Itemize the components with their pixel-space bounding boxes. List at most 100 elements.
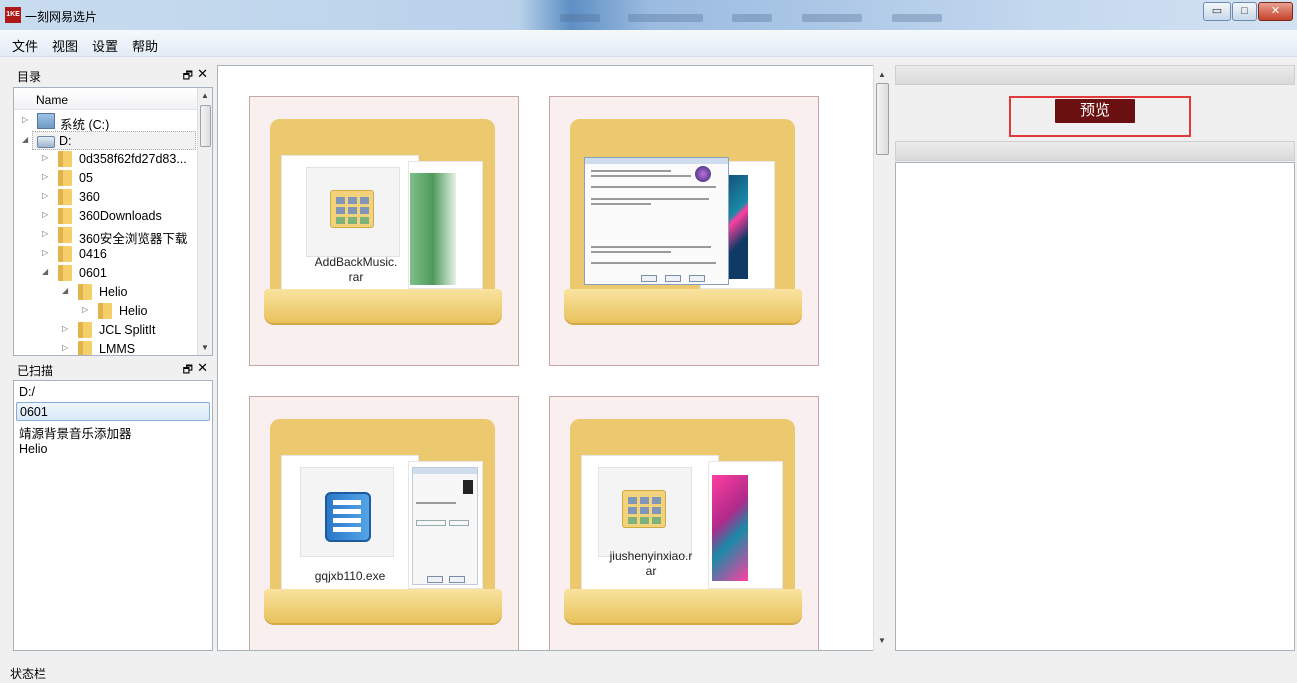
scanned-item-selected[interactable]: 0601 (16, 402, 210, 421)
status-text: 状态栏 (10, 667, 47, 681)
preview-content (895, 162, 1295, 651)
folder-icon (58, 265, 72, 281)
menu-view[interactable]: 视图 (52, 36, 78, 55)
file-thumbnail (306, 167, 400, 257)
close-button[interactable]: ✕ (1258, 2, 1293, 21)
tree-item-label: 0416 (79, 247, 107, 261)
scroll-down-icon[interactable]: ▼ (201, 343, 209, 352)
scroll-up-icon[interactable]: ▲ (878, 70, 886, 79)
grid-scrollbar[interactable]: ▲ ▼ (873, 65, 891, 651)
preview-subheader-bar (895, 141, 1295, 161)
expand-arrow-icon[interactable]: ▷ (42, 153, 48, 162)
scanned-item[interactable]: Helio (16, 440, 210, 459)
app-logo-icon: 1KE (5, 7, 21, 23)
folder-front (564, 589, 802, 623)
folder-icon (78, 341, 92, 355)
scanned-item[interactable]: D:/ (16, 383, 210, 402)
scroll-down-icon[interactable]: ▼ (878, 636, 886, 645)
background-blur (892, 14, 942, 22)
file-name: AddBackMusic. rar (314, 255, 398, 284)
directory-tree[interactable]: Name ▷ 系统 (C:) ◢ D: ▷ 0d358f62fd27d83...… (13, 87, 213, 356)
tree-item-label: JCL SplitIt (99, 323, 156, 337)
folder-grid[interactable]: AddBackMusic. rar gqjxb110.exe jiushenyi… (217, 65, 891, 651)
tree-item-folder[interactable]: ▷ 360Downloads (14, 207, 198, 226)
scanned-panel-title: 已扫描 (17, 364, 54, 378)
tree-item-folder[interactable]: ▷ 360安全浏览器下载 (14, 226, 198, 246)
menu-bar: 文件 视图 设置 帮助 (0, 30, 1297, 57)
folder-card[interactable]: AddBackMusic. rar (249, 96, 519, 366)
folder-icon (58, 170, 72, 186)
tree-item-system-c[interactable]: ▷ 系统 (C:) (14, 112, 198, 132)
tree-item-folder[interactable]: ◢ Helio (14, 283, 198, 302)
collapse-arrow-icon[interactable]: ◢ (42, 267, 48, 276)
tree-scrollbar[interactable]: ▲ ▼ (197, 88, 212, 355)
tree-column-header[interactable]: Name (14, 88, 198, 110)
expand-arrow-icon[interactable]: ▷ (82, 305, 88, 314)
float-icon[interactable]: 🗗 (183, 361, 193, 380)
folder-front (264, 589, 502, 623)
scroll-up-icon[interactable]: ▲ (201, 91, 209, 100)
tree-item-label: 0601 (79, 266, 107, 280)
expand-arrow-icon[interactable]: ▷ (42, 191, 48, 200)
tree-item-folder[interactable]: ◢ 0601 (14, 264, 198, 283)
scanned-item[interactable]: 靖源背景音乐添加器 (16, 421, 210, 441)
music-disc-icon (410, 173, 456, 285)
expand-arrow-icon[interactable]: ▷ (62, 324, 68, 333)
tree-item-d[interactable]: ◢ D: (22, 131, 196, 150)
expand-arrow-icon[interactable]: ▷ (42, 172, 48, 181)
file-thumbnail (598, 467, 692, 557)
scanned-list[interactable]: D:/ 0601 靖源背景音乐添加器 Helio (13, 380, 213, 651)
menu-file[interactable]: 文件 (12, 36, 38, 55)
tree-item-label: Helio (119, 304, 148, 318)
folder-icon (78, 322, 92, 338)
tree-item-label: D: (59, 134, 72, 148)
maximize-button[interactable]: □ (1232, 2, 1257, 21)
status-bar: 状态栏 (0, 658, 1297, 683)
tree-item-folder[interactable]: ▷ JCL SplitIt (14, 321, 198, 340)
tree-item-folder[interactable]: ▷ 05 (14, 169, 198, 188)
file-thumbnail (300, 467, 394, 557)
folder-front (264, 289, 502, 323)
archive-icon (330, 190, 374, 228)
menu-help[interactable]: 帮助 (132, 36, 158, 55)
tree-item-folder[interactable]: ▷ Helio (14, 302, 198, 321)
close-icon[interactable]: ✕ (197, 66, 208, 82)
expand-arrow-icon[interactable]: ▷ (42, 248, 48, 257)
expand-arrow-icon[interactable]: ▷ (22, 115, 28, 124)
window-title: 一刻网易选片 (25, 10, 98, 24)
expand-arrow-icon[interactable]: ▷ (62, 343, 68, 352)
tree-item-folder[interactable]: ▷ 0d358f62fd27d83... (14, 150, 198, 169)
expand-arrow-icon[interactable]: ▷ (42, 210, 48, 219)
folder-icon (78, 284, 92, 300)
preview-image (712, 475, 748, 581)
app-window-preview (412, 467, 478, 585)
collapse-arrow-icon[interactable]: ◢ (62, 286, 68, 295)
close-icon[interactable]: ✕ (197, 360, 208, 376)
folder-card[interactable]: jiushenyinxiao.r ar (549, 396, 819, 650)
directory-panel-header: 目录 🗗 ✕ (13, 65, 213, 85)
tree-item-label: LMMS (99, 342, 136, 356)
folder-icon (58, 227, 72, 243)
float-icon[interactable]: 🗗 (183, 67, 193, 86)
tree-item-label: 0d358f62fd27d83... (79, 152, 187, 166)
minimize-button[interactable]: ▭ (1203, 2, 1231, 21)
column-header-name: Name (36, 93, 69, 107)
folder-card[interactable] (549, 96, 819, 366)
tree-item-label: 360Downloads (79, 209, 162, 223)
tree-item-folder[interactable]: ▷ LMMS (14, 340, 198, 356)
collapse-arrow-icon[interactable]: ◢ (22, 135, 28, 144)
preview-button[interactable]: 预览 (1055, 99, 1135, 123)
menu-settings[interactable]: 设置 (92, 36, 118, 55)
scroll-thumb[interactable] (876, 83, 889, 155)
scanned-panel-header: 已扫描 🗗 ✕ (13, 359, 213, 379)
tree-item-folder[interactable]: ▷ 360 (14, 188, 198, 207)
directory-panel-title: 目录 (17, 70, 42, 84)
background-blur (732, 14, 772, 22)
preview-header-bar (895, 65, 1295, 85)
installer-screenshot (584, 157, 729, 285)
background-blur (802, 14, 862, 22)
folder-card[interactable]: gqjxb110.exe (249, 396, 519, 650)
tree-item-folder[interactable]: ▷ 0416 (14, 245, 198, 264)
scroll-thumb[interactable] (200, 105, 211, 147)
expand-arrow-icon[interactable]: ▷ (42, 229, 48, 238)
